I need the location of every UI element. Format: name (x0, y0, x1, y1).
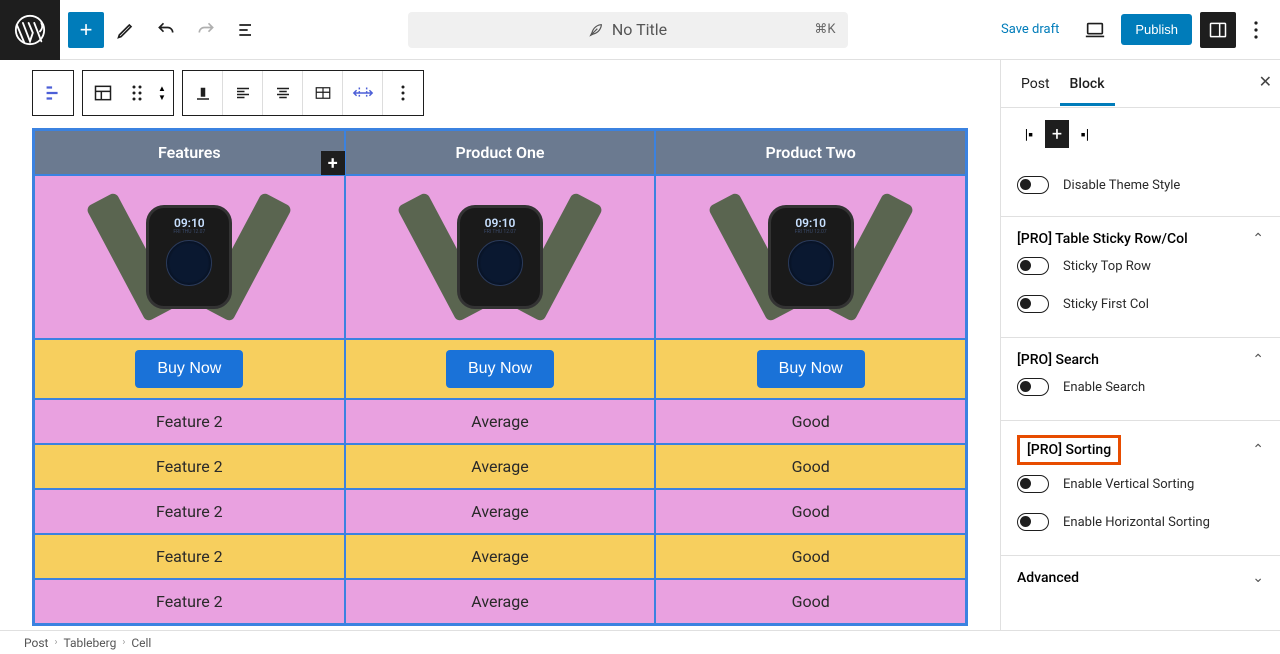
settings-sidebar: Post Block ✕ |▪ + ▪| Disable Theme Style… (1000, 60, 1280, 630)
feather-icon (588, 22, 604, 38)
add-column-button[interactable]: + (321, 151, 345, 175)
insert-position-row: |▪ + ▪| (1017, 120, 1264, 148)
buy-now-button[interactable]: Buy Now (757, 350, 865, 388)
tool-align-left[interactable] (223, 71, 263, 115)
table-cell[interactable]: Good (655, 489, 966, 534)
buy-now-button[interactable]: Buy Now (446, 350, 554, 388)
table-cell[interactable]: Good (655, 534, 966, 579)
chevron-down-icon: ⌄ (1252, 570, 1264, 586)
chevron-right-icon: › (122, 637, 125, 648)
section-sticky[interactable]: [PRO] Table Sticky Row/Col ⌃ (1017, 231, 1264, 247)
redo-button[interactable] (188, 12, 224, 48)
tool-layout-icon[interactable] (83, 71, 123, 115)
edit-icon[interactable] (108, 12, 144, 48)
more-menu-icon[interactable] (1244, 12, 1268, 48)
table-cell[interactable]: Buy Now (34, 339, 345, 399)
tab-post[interactable]: Post (1011, 62, 1060, 106)
table-cell[interactable]: Average (345, 444, 656, 489)
watch-image: 09:10FRI THU 12.07 (413, 182, 587, 332)
doc-title: No Title (612, 20, 667, 39)
watch-image: 09:10FRI THU 12.07 (724, 182, 898, 332)
table-header[interactable]: Product Two (655, 130, 966, 175)
close-sidebar-icon[interactable]: ✕ (1259, 72, 1272, 91)
table-cell[interactable]: Average (345, 489, 656, 534)
table-cell[interactable]: Good (655, 399, 966, 444)
tool-more-icon[interactable] (383, 71, 423, 115)
table-cell-image[interactable]: 09:10FRI THU 12.07 (34, 175, 345, 339)
chevron-up-icon: ⌃ (1252, 231, 1264, 247)
tab-block[interactable]: Block (1060, 62, 1115, 106)
save-draft-button[interactable]: Save draft (991, 16, 1069, 43)
toggle-sticky-top-row[interactable] (1017, 257, 1049, 275)
toggle-enable-search[interactable] (1017, 378, 1049, 396)
table-header[interactable]: Product One (345, 130, 656, 175)
table-cell[interactable]: Feature 2 (34, 489, 345, 534)
publish-button[interactable]: Publish (1121, 14, 1192, 45)
tool-move-arrows[interactable]: ▲▼ (151, 71, 173, 115)
outline-icon[interactable] (228, 12, 264, 48)
breadcrumb-item[interactable]: Tableberg (63, 636, 116, 650)
table-cell[interactable]: Good (655, 444, 966, 489)
undo-button[interactable] (148, 12, 184, 48)
table-header[interactable]: Features + (34, 130, 345, 175)
breadcrumb: Post › Tableberg › Cell (0, 630, 1280, 654)
document-title-bar[interactable]: No Title ⌘K (408, 12, 848, 48)
tool-drag-icon[interactable] (123, 71, 151, 115)
wordpress-logo[interactable] (0, 0, 60, 60)
kbd-hint: ⌘K (814, 22, 835, 37)
align-insert-icon[interactable]: + (1045, 120, 1069, 148)
table-cell[interactable]: Average (345, 534, 656, 579)
buy-now-button[interactable]: Buy Now (135, 350, 243, 388)
chevron-up-icon: ⌃ (1252, 352, 1264, 368)
table-cell[interactable]: Feature 2 (34, 399, 345, 444)
table-cell[interactable]: Feature 2 (34, 534, 345, 579)
table-cell[interactable]: Buy Now (345, 339, 656, 399)
tool-block-icon[interactable] (33, 71, 73, 115)
table-cell[interactable]: Buy Now (655, 339, 966, 399)
toggle-label: Disable Theme Style (1063, 178, 1180, 193)
view-laptop-icon[interactable] (1077, 12, 1113, 48)
tool-width-icon[interactable] (343, 71, 383, 115)
toggle-vertical-sorting[interactable] (1017, 475, 1049, 493)
table-cell[interactable]: Good (655, 579, 966, 624)
table-cell[interactable]: Average (345, 399, 656, 444)
tool-table-icon[interactable] (303, 71, 343, 115)
toggle-disable-theme[interactable] (1017, 176, 1049, 194)
toggle-sticky-first-col[interactable] (1017, 295, 1049, 313)
table-cell-image[interactable]: 09:10FRI THU 12.07 (655, 175, 966, 339)
comparison-table[interactable]: Features + Product One Product Two 09:10… (32, 128, 968, 626)
section-sorting[interactable]: [PRO] Sorting ⌃ (1017, 435, 1264, 465)
table-cell-image[interactable]: 09:10FRI THU 12.07 (345, 175, 656, 339)
align-after-icon[interactable]: ▪| (1073, 120, 1097, 148)
table-cell[interactable]: Average (345, 579, 656, 624)
section-search[interactable]: [PRO] Search ⌃ (1017, 352, 1264, 368)
tool-align-center[interactable] (263, 71, 303, 115)
breadcrumb-item[interactable]: Cell (131, 636, 151, 650)
tool-valign-bottom[interactable] (183, 71, 223, 115)
watch-image: 09:10FRI THU 12.07 (102, 182, 276, 332)
table-cell[interactable]: Feature 2 (34, 579, 345, 624)
align-before-icon[interactable]: |▪ (1017, 120, 1041, 148)
block-toolbar: ▲▼ (32, 70, 1000, 116)
chevron-right-icon: › (54, 637, 57, 648)
chevron-up-icon: ⌃ (1252, 442, 1264, 458)
breadcrumb-item[interactable]: Post (24, 636, 48, 650)
section-advanced[interactable]: Advanced ⌄ (1017, 570, 1264, 586)
add-block-button[interactable]: + (68, 12, 104, 48)
table-cell[interactable]: Feature 2 (34, 444, 345, 489)
sidebar-toggle-button[interactable] (1200, 12, 1236, 48)
toggle-horizontal-sorting[interactable] (1017, 513, 1049, 531)
